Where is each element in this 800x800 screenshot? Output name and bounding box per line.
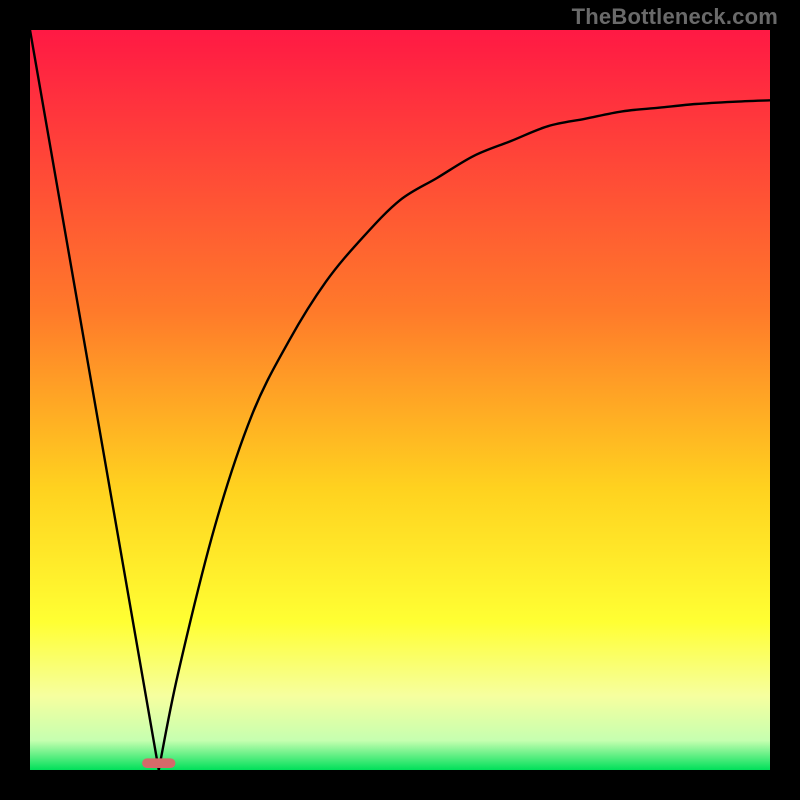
watermark-text: TheBottleneck.com	[572, 4, 778, 30]
gradient-background	[30, 30, 770, 770]
minimum-marker	[142, 758, 175, 768]
chart-frame: TheBottleneck.com	[0, 0, 800, 800]
plot-area	[30, 30, 770, 770]
plot-svg	[30, 30, 770, 770]
